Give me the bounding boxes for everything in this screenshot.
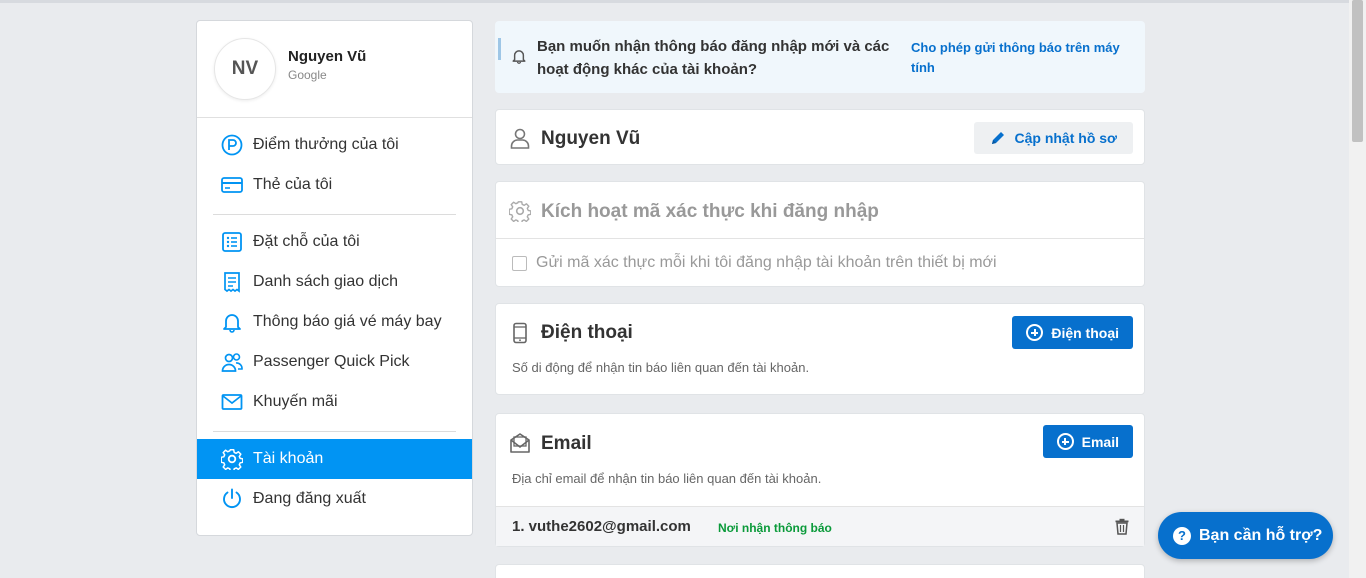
pencil-icon (990, 130, 1006, 146)
page-scrollbar[interactable] (1349, 0, 1366, 578)
sidebar-item-cards[interactable]: Thẻ của tôi (197, 165, 472, 205)
points-icon (221, 134, 243, 156)
sidebar-item-label: Tài khoản (253, 450, 324, 467)
sidebar-item-transactions[interactable]: Danh sách giao dịch (197, 262, 472, 302)
bell-icon (221, 311, 243, 333)
phone-description: Số di động để nhận tin báo liên quan đến… (512, 360, 810, 375)
notice-accent-bar (498, 38, 501, 60)
auth-code-checkbox-label: Gửi mã xác thực mỗi khi tôi đăng nhập tà… (536, 254, 997, 271)
card-divider (496, 238, 1144, 239)
phone-card-title: Điện thoại (541, 322, 633, 343)
add-email-button[interactable]: Email (1042, 425, 1133, 458)
sidebar-divider (213, 214, 456, 215)
notice-text: Bạn muốn nhận thông báo đăng nhập mới và… (537, 38, 890, 78)
mail-icon (221, 391, 243, 413)
auth-code-title: Kích hoạt mã xác thực khi đăng nhập (541, 201, 879, 222)
email-entry-row: 1. vuthe2602@gmail.com Nơi nhận thông bá… (496, 506, 1144, 546)
profile-provider: Google (288, 68, 327, 82)
scrollbar-thumb[interactable] (1352, 0, 1363, 142)
enable-desktop-notifications-link[interactable]: Cho phép gửi thông báo trên máy tính (911, 38, 1121, 78)
sidebar-item-logout[interactable]: Đang đăng xuất (197, 479, 472, 519)
plus-circle-icon (1056, 433, 1074, 450)
email-icon (509, 432, 531, 454)
gear-icon (221, 448, 243, 470)
plus-circle-icon (1026, 324, 1044, 341)
add-phone-button[interactable]: Điện thoại (1012, 316, 1133, 349)
profile-card-name: Nguyen Vũ (541, 128, 641, 149)
next-card (495, 564, 1145, 578)
top-border (0, 0, 1366, 3)
sidebar-item-label: Điểm thưởng của tôi (253, 136, 399, 153)
sidebar-item-label: Thẻ của tôi (253, 176, 333, 193)
sidebar-item-passenger-quick-pick[interactable]: Passenger Quick Pick (197, 342, 472, 382)
notification-recipient-badge: Nơi nhận thông báo (718, 521, 832, 535)
profile-card: Nguyen Vũ Cập nhật hồ sơ (495, 109, 1145, 165)
email-card: Email Email Địa chỉ email để nhận tin bá… (495, 413, 1145, 547)
booking-list-icon (221, 231, 243, 253)
login-notification-notice: Bạn muốn nhận thông báo đăng nhập mới và… (495, 21, 1145, 93)
email-description: Địa chỉ email để nhận tin báo liên quan … (512, 471, 822, 486)
trash-icon[interactable] (1114, 518, 1130, 540)
auth-code-card: Kích hoạt mã xác thực khi đăng nhập Gửi … (495, 181, 1145, 287)
sidebar-item-bookings[interactable]: Đặt chỗ của tôi (197, 222, 472, 262)
question-icon: ? (1173, 526, 1191, 545)
sidebar-item-label: Danh sách giao dịch (253, 273, 398, 290)
avatar: NV (214, 38, 276, 100)
sidebar-item-points[interactable]: Điểm thưởng của tôi (197, 125, 472, 165)
email-address: 1. vuthe2602@gmail.com (512, 518, 691, 535)
card-icon (221, 174, 243, 196)
update-profile-label: Cập nhật hồ sơ (1014, 130, 1117, 146)
add-email-label: Email (1081, 433, 1119, 450)
help-button[interactable]: ? Bạn cần hỗ trợ? (1158, 512, 1333, 559)
add-phone-label: Điện thoại (1051, 324, 1119, 341)
sidebar-item-account[interactable]: Tài khoản (197, 439, 472, 479)
gear-icon (509, 200, 531, 222)
sidebar-item-promotions[interactable]: Khuyến mãi (197, 382, 472, 422)
mobile-phone-icon (509, 322, 531, 344)
auth-code-checkbox[interactable] (512, 256, 527, 271)
receipt-icon (221, 271, 243, 293)
user-icon (509, 127, 531, 149)
sidebar-divider (213, 431, 456, 432)
users-icon (221, 351, 243, 373)
email-card-title: Email (541, 433, 592, 454)
bell-icon (511, 48, 527, 69)
sidebar-item-label: Thông báo giá vé máy bay (253, 313, 442, 330)
sidebar-item-label: Đặt chỗ của tôi (253, 233, 360, 250)
account-sidebar: NV Nguyen Vũ Google Điểm thưởng của tôi … (196, 20, 473, 536)
phone-card: Điện thoại Điện thoại Số di động để nhận… (495, 303, 1145, 395)
sidebar-item-price-alerts[interactable]: Thông báo giá vé máy bay (197, 302, 472, 342)
sidebar-item-label: Passenger Quick Pick (253, 353, 410, 370)
power-icon (221, 488, 243, 510)
profile-header: NV Nguyen Vũ Google (197, 21, 472, 118)
help-button-label: Bạn cần hỗ trợ? (1199, 526, 1323, 544)
sidebar-item-label: Đang đăng xuất (253, 490, 366, 507)
update-profile-button[interactable]: Cập nhật hồ sơ (974, 122, 1133, 154)
profile-name: Nguyen Vũ (288, 48, 367, 65)
sidebar-item-label: Khuyến mãi (253, 393, 338, 410)
